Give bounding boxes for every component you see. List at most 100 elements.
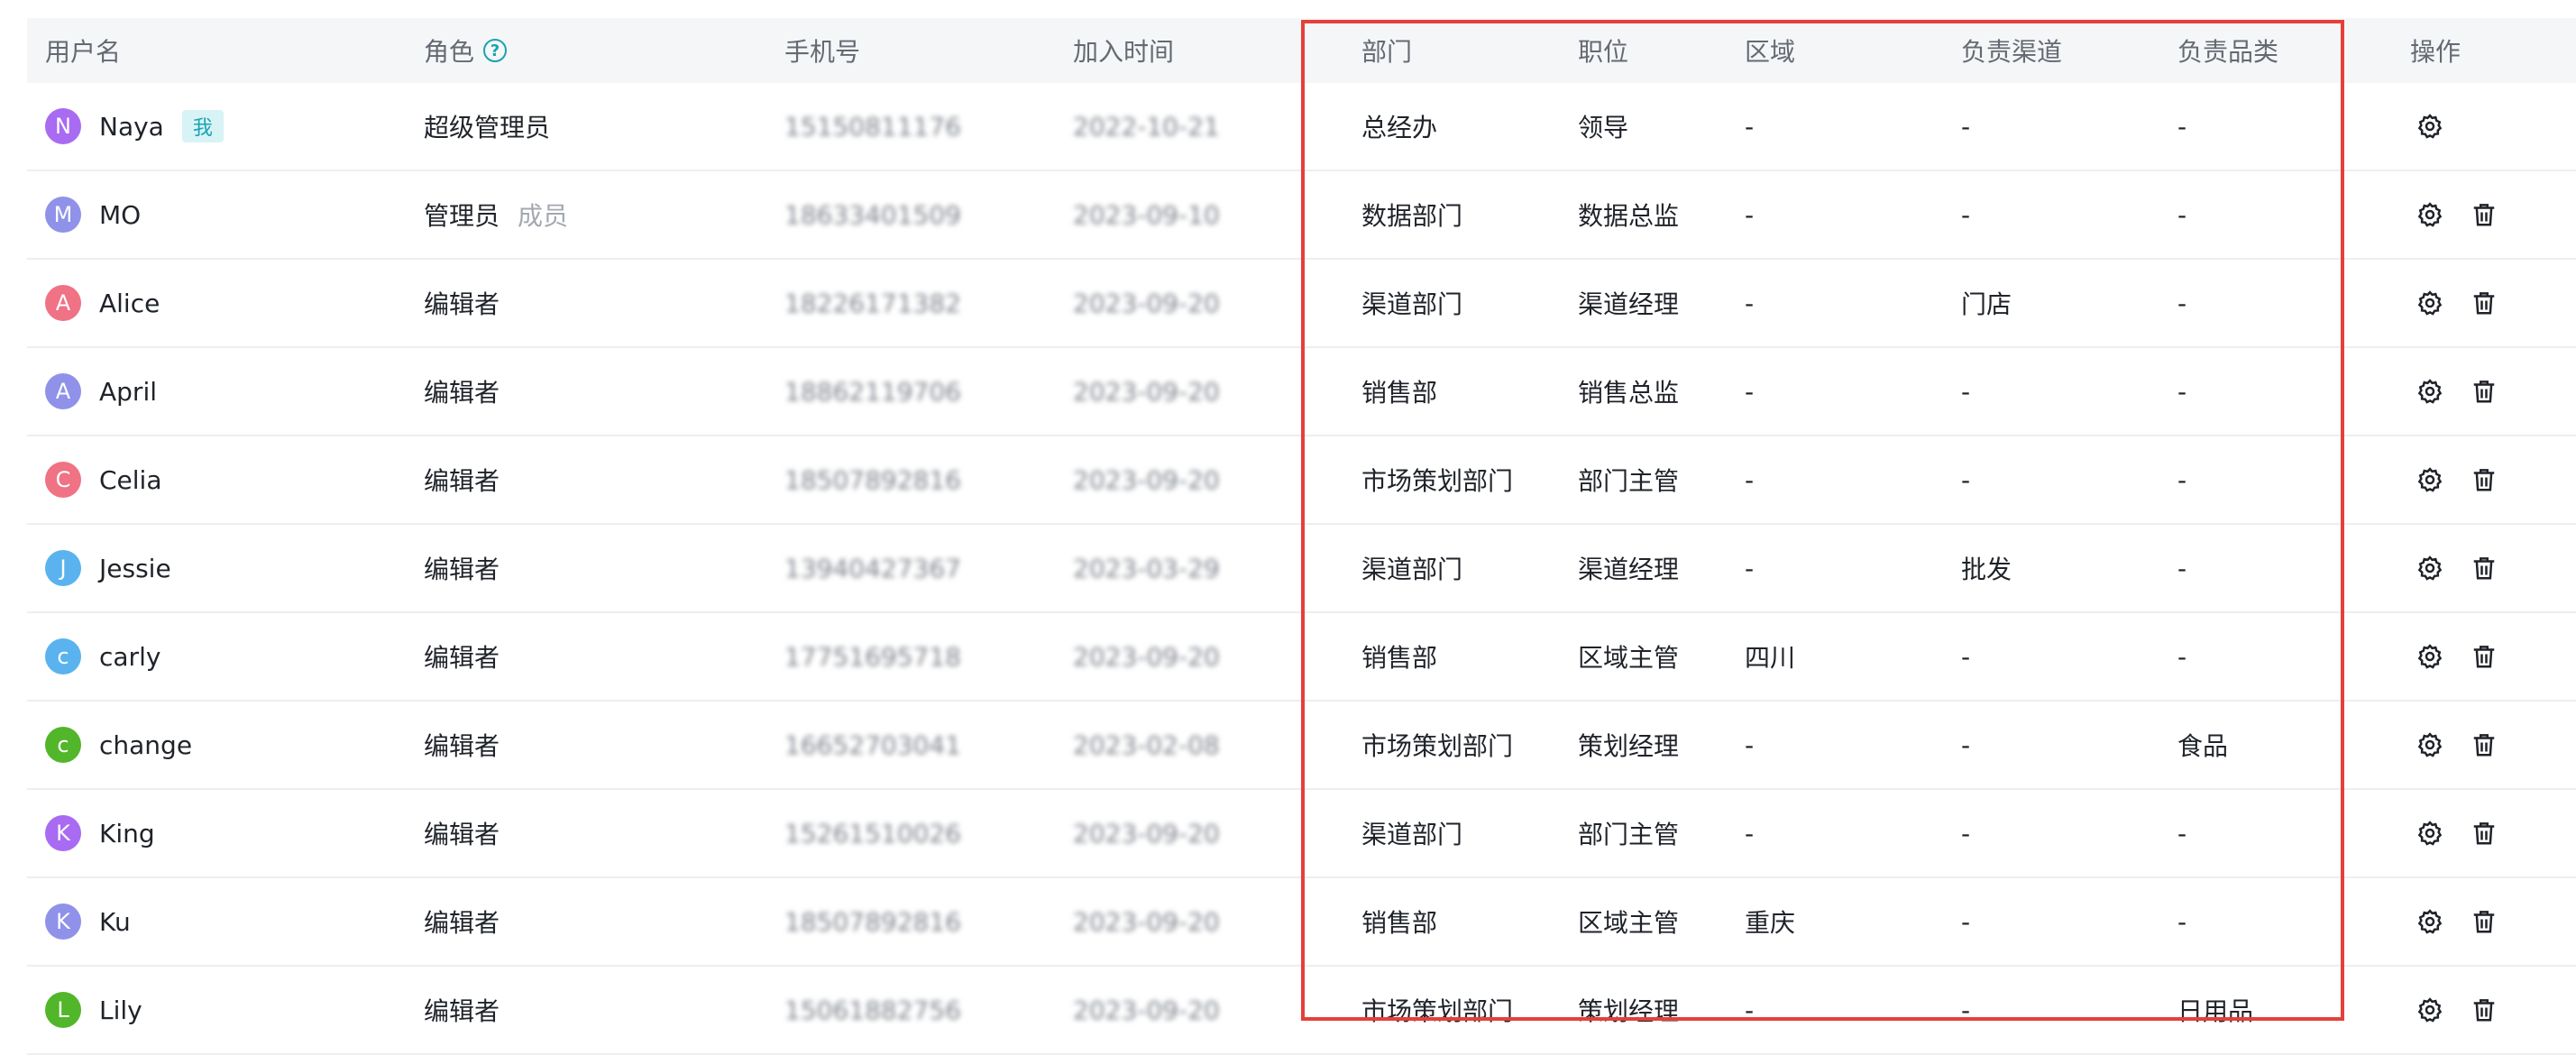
header-user: 用户名 <box>45 37 122 67</box>
department-cell: 渠道部门 <box>1361 820 1463 849</box>
category-cell: - <box>2177 906 2187 937</box>
department-cell: 销售部 <box>1361 643 1438 673</box>
actions-cell <box>2410 967 2518 1053</box>
actions-cell <box>2410 171 2518 258</box>
position-cell: 部门主管 <box>1578 466 1680 496</box>
position-cell: 区域主管 <box>1578 908 1680 938</box>
actions-cell <box>2410 83 2518 170</box>
table-row: A April 编辑者 18862119706 2023-09-20 销售部 销… <box>27 348 2576 436</box>
category-cell: - <box>2177 464 2187 495</box>
user-name: Alice <box>99 288 160 318</box>
phone-cell: 18633401509 <box>784 199 961 230</box>
table-row: A Alice 编辑者 18226171382 2023-09-20 渠道部门 … <box>27 260 2576 348</box>
trash-icon[interactable] <box>2464 637 2504 676</box>
actions-cell <box>2410 348 2518 435</box>
gear-icon[interactable] <box>2410 106 2450 146</box>
category-cell: 食品 <box>2177 731 2229 761</box>
gear-icon[interactable] <box>2410 637 2450 676</box>
header-role-label: 角色 <box>424 37 475 67</box>
table-row: C Celia 编辑者 18507892816 2023-09-20 市场策划部… <box>27 436 2576 525</box>
gear-icon[interactable] <box>2410 548 2450 588</box>
join-date-cell: 2023-09-20 <box>1073 288 1220 318</box>
user-name: MO <box>99 199 142 230</box>
trash-icon[interactable] <box>2464 990 2504 1030</box>
role-cell: 编辑者 <box>424 967 500 1053</box>
user-cell: M MO <box>45 171 141 258</box>
position-cell: 领导 <box>1578 113 1629 142</box>
role-text: 超级管理员 <box>424 113 551 142</box>
channel-cell: - <box>1961 906 1971 937</box>
trash-icon[interactable] <box>2464 725 2504 765</box>
role-text: 管理员 <box>424 201 500 231</box>
trash-icon[interactable] <box>2464 813 2504 853</box>
user-cell: K King <box>45 790 155 876</box>
department-cell: 销售部 <box>1361 378 1438 408</box>
channel-cell: 批发 <box>1961 555 2012 584</box>
category-cell: 日用品 <box>2177 996 2254 1026</box>
join-date-cell: 2022-10-21 <box>1073 111 1220 142</box>
channel-cell: - <box>1961 464 1971 495</box>
channel-cell: - <box>1961 199 1971 230</box>
join-date-cell: 2023-09-20 <box>1073 906 1220 937</box>
category-cell: - <box>2177 111 2187 142</box>
trash-icon[interactable] <box>2464 548 2504 588</box>
region-cell: - <box>1745 199 1755 230</box>
role-cell: 编辑者 <box>424 702 500 788</box>
gear-icon[interactable] <box>2410 990 2450 1030</box>
avatar: N <box>45 108 81 144</box>
channel-cell: - <box>1961 111 1971 142</box>
table-row: K Ku 编辑者 18507892816 2023-09-20 销售部 区域主管… <box>27 878 2576 967</box>
gear-icon[interactable] <box>2410 725 2450 765</box>
user-name: April <box>99 376 157 407</box>
table-row: L Lily 编辑者 15061882756 2023-09-20 市场策划部门… <box>27 967 2576 1055</box>
role-cell: 编辑者 <box>424 436 500 523</box>
user-cell: L Lily <box>45 967 142 1053</box>
region-cell: - <box>1745 111 1755 142</box>
channel-cell: - <box>1961 818 1971 849</box>
category-cell: - <box>2177 376 2187 407</box>
question-icon[interactable]: ? <box>483 39 508 62</box>
trash-icon[interactable] <box>2464 195 2504 234</box>
role-text: 编辑者 <box>424 378 500 408</box>
trash-icon[interactable] <box>2464 460 2504 500</box>
role-text: 编辑者 <box>424 820 500 849</box>
header-phone: 手机号 <box>784 37 861 67</box>
gear-icon[interactable] <box>2410 902 2450 941</box>
region-cell: - <box>1745 995 1755 1025</box>
trash-icon[interactable] <box>2464 283 2504 323</box>
table-row: c carly 编辑者 17751695718 2023-09-20 销售部 区… <box>27 613 2576 702</box>
position-cell: 部门主管 <box>1578 820 1680 849</box>
user-name: King <box>99 818 155 849</box>
user-cell: A April <box>45 348 157 435</box>
table-body: N Naya 我 超级管理员 15150811176 2022-10-21 总经… <box>27 83 2576 1055</box>
department-cell: 市场策划部门 <box>1361 466 1514 496</box>
actions-cell <box>2410 878 2518 965</box>
gear-icon[interactable] <box>2410 195 2450 234</box>
region-cell: - <box>1745 729 1755 760</box>
category-cell: - <box>2177 553 2187 583</box>
position-cell: 渠道经理 <box>1578 289 1680 319</box>
avatar: A <box>45 285 81 321</box>
gear-icon[interactable] <box>2410 372 2450 411</box>
table-header: 用户名 角色 ? 手机号 加入时间 部门 职位 区域 负责渠道 负责品类 操作 <box>27 18 2576 83</box>
channel-cell: - <box>1961 729 1971 760</box>
join-date-cell: 2023-09-20 <box>1073 995 1220 1025</box>
department-cell: 渠道部门 <box>1361 555 1463 584</box>
avatar: K <box>45 904 81 940</box>
trash-icon[interactable] <box>2464 902 2504 941</box>
gear-icon[interactable] <box>2410 813 2450 853</box>
department-cell: 数据部门 <box>1361 201 1463 231</box>
phone-cell: 15261510026 <box>784 818 961 849</box>
region-cell: - <box>1745 376 1755 407</box>
header-department: 部门 <box>1361 37 1413 67</box>
gear-icon[interactable] <box>2410 283 2450 323</box>
phone-cell: 18226171382 <box>784 288 961 318</box>
header-region: 区域 <box>1745 37 1796 67</box>
user-cell: N Naya 我 <box>45 83 224 170</box>
region-cell: - <box>1745 288 1755 318</box>
header-channel: 负责渠道 <box>1961 37 2063 67</box>
trash-icon[interactable] <box>2464 372 2504 411</box>
role-text: 编辑者 <box>424 643 500 673</box>
gear-icon[interactable] <box>2410 460 2450 500</box>
table-row: J Jessie 编辑者 13940427367 2023-03-29 渠道部门… <box>27 525 2576 613</box>
